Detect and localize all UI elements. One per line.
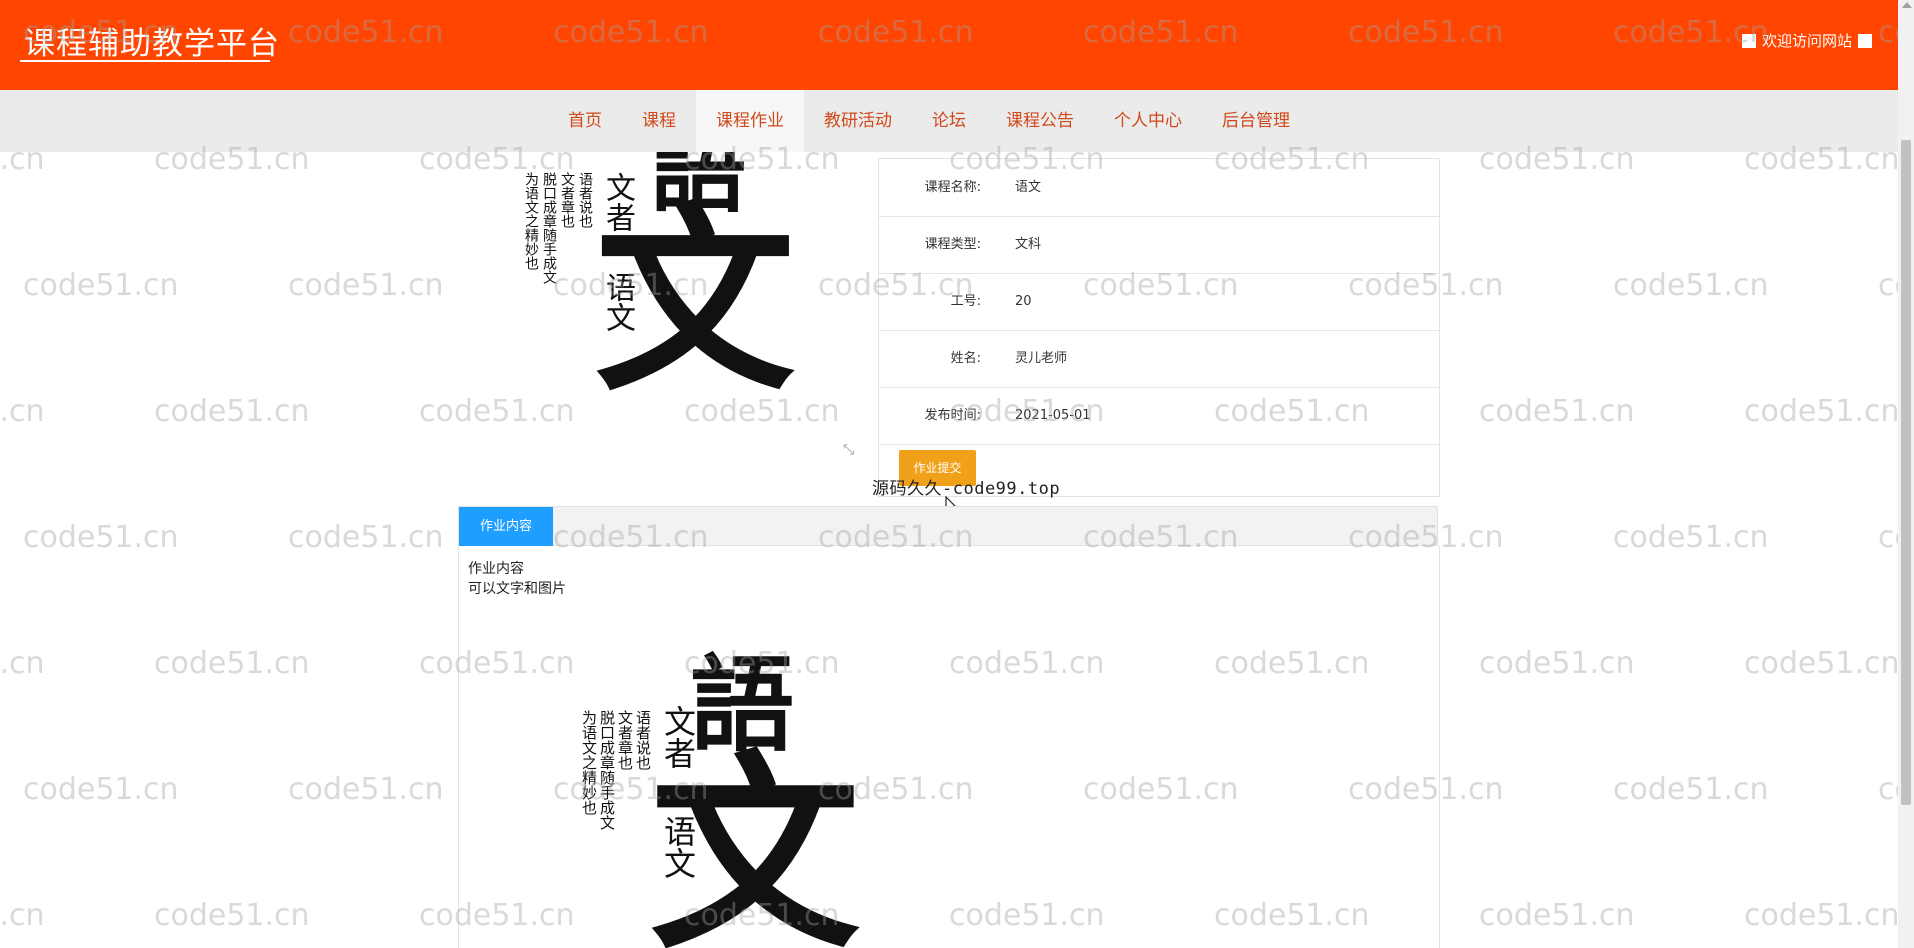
watermark-text: code51.cn (1479, 394, 1635, 429)
content-side-text-2: 语文 (659, 815, 697, 879)
detail-value: 灵儿老师 (1015, 351, 1068, 366)
watermark-text: code51.cn (1613, 268, 1769, 303)
cover-col-3: 脱口成章随手成文 (541, 172, 557, 284)
detail-value: 20 (1015, 294, 1032, 309)
detail-row: 课程名称: 语文 (879, 159, 1439, 217)
nav-item-announcements[interactable]: 课程公告 (986, 90, 1094, 152)
watermark-text: code51.cn (1878, 772, 1898, 807)
nav-items: 首页 课程 课程作业 教研活动 论坛 课程公告 个人中心 后台管理 (548, 90, 1310, 152)
detail-row: 课程类型: 文科 (879, 216, 1439, 274)
nav-item-courses[interactable]: 课程 (622, 90, 696, 152)
detail-value: 2021-05-01 (1015, 408, 1091, 423)
content-col-2: 文者章也 (616, 710, 634, 770)
detail-label: 姓名: (950, 351, 981, 366)
detail-value: 语文 (1015, 180, 1042, 195)
watermark-text: code51.cn (1878, 268, 1898, 303)
watermark-text: code51.cn (288, 520, 444, 555)
nav-item-home[interactable]: 首页 (548, 90, 622, 152)
scroll-up-arrow-icon[interactable] (1902, 2, 1912, 8)
watermark-text: code51.cn (154, 898, 310, 933)
detail-row: 发布时间: 2021-05-01 (879, 387, 1439, 445)
nav-item-profile[interactable]: 个人中心 (1094, 90, 1202, 152)
content-text-line: 作业内容 (468, 561, 524, 577)
detail-row: 姓名: 灵儿老师 (879, 330, 1439, 388)
watermark-text: code51.cn (1744, 394, 1898, 429)
watermark-text: code51.cn (23, 520, 179, 555)
image-zoom-icon: ⤡ (843, 442, 855, 458)
cover-col-2: 文者章也 (559, 172, 575, 228)
content-text-line: 可以文字和图片 (468, 581, 566, 597)
scrollbar-thumb[interactable] (1901, 140, 1911, 805)
content-col-3: 脱口成章随手成文 (598, 710, 616, 830)
watermark-text: code51.cn (0, 646, 45, 681)
content-col-1: 语者说也 (634, 710, 652, 770)
content-col-4: 为语文之精妙也 (580, 710, 598, 815)
nav-item-research[interactable]: 教研活动 (804, 90, 912, 152)
content-side-text-1: 文者 (659, 705, 697, 769)
top-header: 课程辅助教学平台 欢迎访问网站 (0, 0, 1898, 90)
site-title[interactable]: 课程辅助教学平台 (24, 18, 280, 63)
welcome-link[interactable]: 欢迎访问网站 (1741, 30, 1872, 51)
nav-item-admin[interactable]: 后台管理 (1202, 90, 1310, 152)
watermark-text: code51.cn (288, 772, 444, 807)
cover-col-4: 为语文之精妙也 (523, 172, 539, 270)
detail-value: 文科 (1015, 237, 1042, 252)
watermark-text: code51.cn (0, 898, 45, 933)
watermark-text: code51.cn (1613, 772, 1769, 807)
detail-label: 工号: (950, 294, 981, 309)
watermark-text: code51.cn (0, 394, 45, 429)
watermark-text: code51.cn (1744, 898, 1898, 933)
tab-homework-content[interactable]: 作业内容 (459, 507, 553, 547)
watermark-text: code51.cn (1878, 520, 1898, 555)
watermark-text: code51.cn (23, 268, 179, 303)
course-cover-image: 語 文 文者 语文 语者说也 文者章也 脱口成章随手成文 为语文之精妙也 (515, 152, 860, 432)
cover-side-text-1: 文者 (600, 172, 635, 232)
detail-label: 发布时间: (924, 408, 981, 423)
detail-label: 课程名称: (924, 180, 981, 195)
watermark-text: code51.cn (23, 772, 179, 807)
cover-col-1: 语者说也 (577, 172, 593, 228)
cover-side-text-2: 语文 (600, 272, 635, 332)
watermark-text: code51.cn (1479, 898, 1635, 933)
content-tab-bar (458, 506, 1438, 546)
homework-content-image: 語 文 文者 语文 语者说也 文者章也 脱口成章随手成文 为语文之精妙也 (575, 620, 895, 948)
watermark-text: code51.cn (154, 394, 310, 429)
square-icon (1741, 33, 1756, 48)
welcome-text: 欢迎访问网站 (1761, 32, 1852, 50)
watermark-text: code51.cn (154, 646, 310, 681)
watermark-text: code51.cn (1744, 646, 1898, 681)
detail-label: 课程类型: (924, 237, 981, 252)
watermark-text: code51.cn (1479, 646, 1635, 681)
watermark-text: code51.cn (288, 268, 444, 303)
nav-item-homework[interactable]: 课程作业 (696, 90, 804, 152)
square-icon (1858, 33, 1872, 48)
overlay-watermark-text: 源码久久-code99.top (872, 479, 1061, 499)
title-underline (20, 60, 270, 62)
watermark-text: code51.cn (1613, 520, 1769, 555)
homework-detail-table: 课程名称: 语文 课程类型: 文科 工号: 20 姓名: 灵儿老师 发布时间: … (878, 158, 1440, 497)
main-nav: 首页 课程 课程作业 教研活动 论坛 课程公告 个人中心 后台管理 (0, 90, 1898, 152)
nav-item-forum[interactable]: 论坛 (912, 90, 986, 152)
detail-row: 工号: 20 (879, 273, 1439, 331)
